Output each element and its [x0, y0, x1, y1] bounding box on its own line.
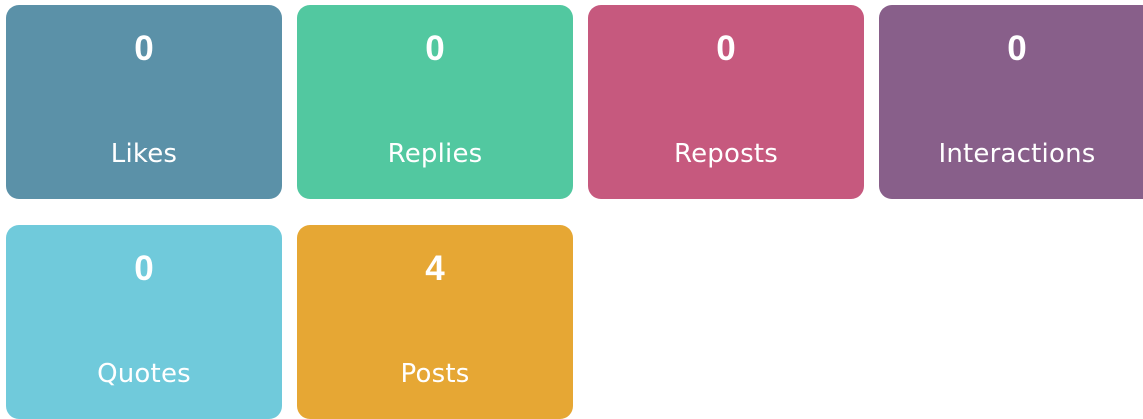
- interactions-label: Interactions: [938, 139, 1096, 169]
- likes-count: 0: [134, 29, 154, 68]
- interactions-count: 0: [1007, 29, 1027, 68]
- likes-label: Likes: [110, 139, 178, 169]
- reposts-label: Reposts: [674, 139, 778, 169]
- quotes-count: 0: [134, 249, 154, 288]
- replies-label: Replies: [387, 139, 483, 169]
- reposts-count: 0: [716, 29, 736, 68]
- stat-card-likes[interactable]: 0 Likes: [6, 5, 282, 199]
- quotes-label: Quotes: [97, 359, 191, 389]
- stat-card-posts[interactable]: 4 Posts: [297, 225, 573, 419]
- stat-card-reposts[interactable]: 0 Reposts: [588, 5, 864, 199]
- posts-label: Posts: [400, 359, 470, 389]
- stat-card-replies[interactable]: 0 Replies: [297, 5, 573, 199]
- posts-count: 4: [425, 249, 445, 288]
- stat-card-quotes[interactable]: 0 Quotes: [6, 225, 282, 419]
- replies-count: 0: [425, 29, 445, 68]
- stats-grid: 0 Likes 0 Replies 0 Reposts 0 Interactio…: [6, 5, 1143, 419]
- stat-card-interactions[interactable]: 0 Interactions: [879, 5, 1143, 199]
